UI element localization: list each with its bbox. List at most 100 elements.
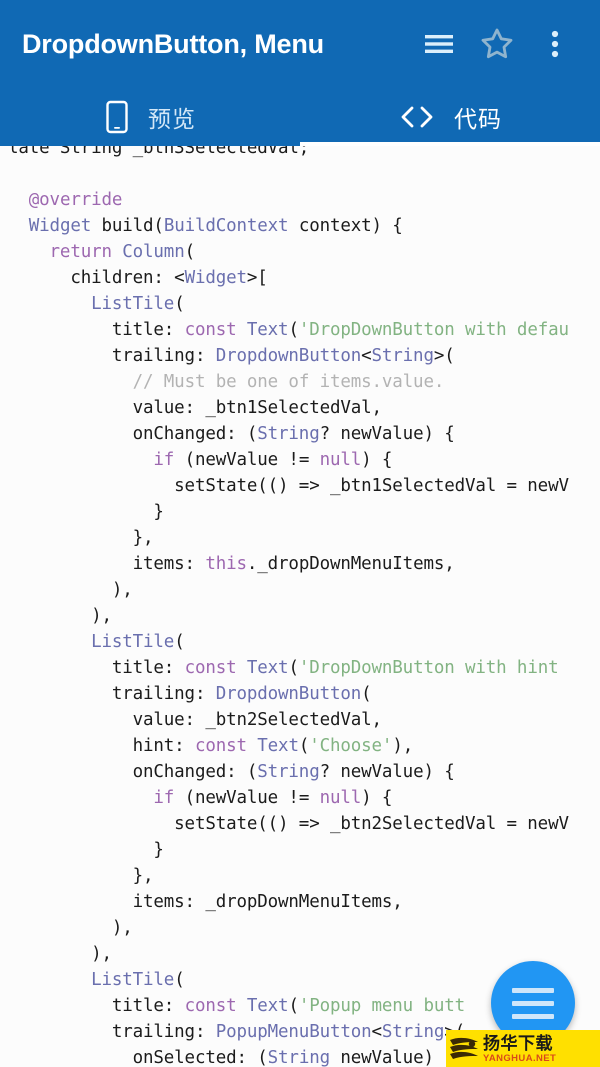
code-line: trailing: DropdownButton<String>( <box>0 343 600 369</box>
code-token: ( <box>174 294 185 314</box>
code-token: newValue) { <box>329 1048 455 1067</box>
code-token: trailing: <box>8 1022 216 1042</box>
code-token: Widget <box>28 216 92 236</box>
code-token: } <box>8 840 164 860</box>
code-viewer[interactable]: late String _btn3SelectedVal; @override … <box>0 146 600 1067</box>
code-token: this <box>205 554 247 574</box>
code-token: >( <box>433 346 455 366</box>
hamburger-icon <box>512 984 554 1023</box>
code-token: trailing: <box>8 684 216 704</box>
code-line: items: this._dropDownMenuItems, <box>0 551 600 577</box>
code-token: 'Choose' <box>309 736 393 756</box>
code-token: items: _dropDownMenuItems, <box>8 892 403 912</box>
code-token: Text <box>246 996 289 1016</box>
code-line: ), <box>0 603 600 629</box>
code-line: ), <box>0 577 600 603</box>
code-token: return <box>49 242 112 262</box>
code-token: 'DropDownButton with hint <box>298 658 559 678</box>
code-line: trailing: DropdownButton( <box>0 681 600 707</box>
code-token: title: <box>8 320 185 340</box>
code-line: } <box>0 499 600 525</box>
code-token: context) { <box>288 216 403 236</box>
code-token: children: < <box>8 268 185 288</box>
code-token: ( <box>361 684 372 704</box>
code-token: setState(() => _btn2SelectedVal = newV <box>8 814 569 834</box>
code-token: String <box>267 1048 330 1067</box>
code-token: hint: <box>8 736 195 756</box>
code-token: onChanged: ( <box>8 424 258 444</box>
code-token: ( <box>174 632 185 652</box>
code-token: } <box>8 502 164 522</box>
code-token: ), <box>8 918 133 938</box>
code-token: ( <box>298 736 310 756</box>
code-token: < <box>361 346 372 366</box>
code-token: const <box>184 658 237 678</box>
code-token: if <box>153 788 175 808</box>
code-line: } <box>0 837 600 863</box>
code-token: ), <box>8 580 133 600</box>
code-line: late String _btn3SelectedVal; <box>0 146 600 161</box>
watermark-cn-label: 扬华下载 <box>483 1033 553 1053</box>
overflow-icon[interactable] <box>526 15 584 73</box>
code-token: ? newValue) { <box>319 762 455 782</box>
code-line: if (newValue != null) { <box>0 447 600 473</box>
code-content: late String _btn3SelectedVal; @override … <box>0 146 600 1067</box>
code-line: onChanged: (String? newValue) { <box>0 421 600 447</box>
code-line: ListTile( <box>0 629 600 655</box>
code-token: ( <box>288 320 299 340</box>
code-token: onChanged: ( <box>8 762 258 782</box>
code-token: }, <box>8 866 154 886</box>
code-line: ListTile( <box>0 291 600 317</box>
page-title: DropdownButton, Menu <box>22 29 324 59</box>
code-token: (newValue != <box>174 450 320 470</box>
code-token: String <box>257 762 320 782</box>
watermark-text: 扬华下载 YANGHUA.NET <box>482 1034 556 1064</box>
code-token: PopupMenuButton <box>215 1022 372 1042</box>
code-line: value: _btn1SelectedVal, <box>0 395 600 421</box>
code-token: DropdownButton <box>215 684 362 704</box>
code-token: onSelected: ( <box>8 1048 268 1067</box>
code-line: ), <box>0 941 600 967</box>
code-brackets-icon <box>398 104 436 130</box>
code-line: ), <box>0 915 600 941</box>
code-token: null <box>319 450 362 470</box>
code-line: setState(() => _btn1SelectedVal = newV <box>0 473 600 499</box>
code-token: ListTile <box>91 294 175 314</box>
code-line: @override <box>0 187 600 213</box>
code-line: return Column( <box>0 239 600 265</box>
tab-preview[interactable]: 预览 <box>0 88 300 146</box>
code-token: Widget <box>184 268 247 288</box>
tab-bar: 预览 代码 <box>0 88 600 146</box>
tab-code[interactable]: 代码 <box>300 88 600 146</box>
code-token: ( <box>184 242 196 262</box>
code-token: }, <box>8 528 154 548</box>
code-token: (newValue != <box>174 788 320 808</box>
menu-list-icon[interactable] <box>410 15 468 73</box>
code-token: build( <box>91 216 164 236</box>
code-token: ( <box>288 996 299 1016</box>
watermark-en-label: YANGHUA.NET <box>483 1052 557 1064</box>
code-token: const <box>184 996 237 1016</box>
code-line: // Must be one of items.value. <box>0 369 600 395</box>
favorite-icon[interactable] <box>468 15 526 73</box>
code-line: hint: const Text('Choose'), <box>0 733 600 759</box>
code-line: if (newValue != null) { <box>0 785 600 811</box>
code-token: String <box>371 346 434 366</box>
code-token: DropdownButton <box>215 346 362 366</box>
code-line: value: _btn2SelectedVal, <box>0 707 600 733</box>
code-token: ? newValue) { <box>319 424 455 444</box>
fab-bar-1 <box>512 987 554 993</box>
code-token: ) { <box>361 788 393 808</box>
code-line: items: _dropDownMenuItems, <box>0 889 600 915</box>
code-token: >[ <box>246 268 268 288</box>
code-token: 'Popup menu butt <box>298 996 466 1016</box>
code-token: const <box>194 736 247 756</box>
code-token: // Must be one of items.value. <box>132 372 445 392</box>
